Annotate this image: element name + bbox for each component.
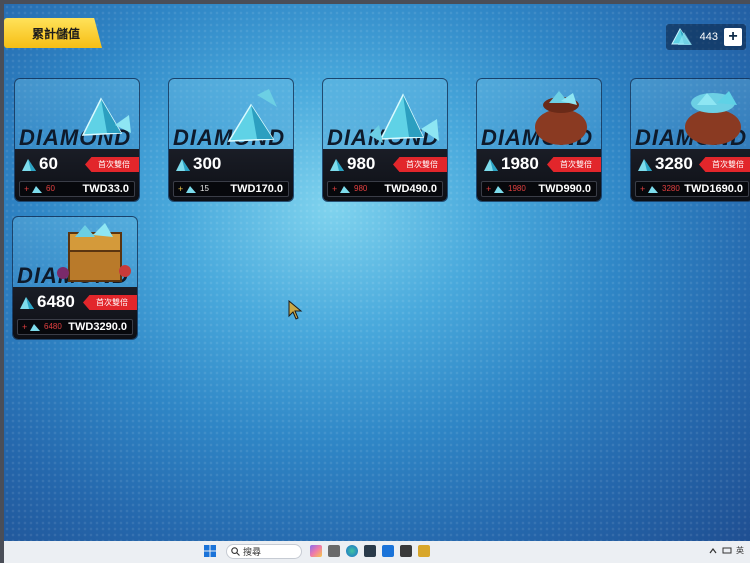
- system-tray: 英: [708, 545, 744, 556]
- page-title: 累計儲值: [32, 26, 81, 41]
- diamond-pack-card[interactable]: DIAMOND 1980 首次雙倍 + 1980 TWD990.0: [476, 78, 602, 202]
- monitor-icon[interactable]: [722, 546, 732, 556]
- bonus-row: + 3280 TWD1690.0: [635, 181, 749, 197]
- bonus-row: + 60 TWD33.0: [19, 181, 135, 197]
- diamond-icon: [670, 28, 692, 45]
- bonus-amount: 60: [46, 184, 55, 193]
- price-label: TWD170.0: [230, 183, 283, 195]
- diamond-icon: [330, 159, 344, 171]
- card-price-panel: 300 + 15 TWD170.0: [169, 149, 293, 201]
- chevron-up-icon[interactable]: [708, 546, 718, 556]
- diamond-icon: [20, 297, 34, 309]
- mouse-cursor-icon: [288, 300, 303, 320]
- price-label: TWD990.0: [538, 183, 591, 195]
- price-label: TWD33.0: [82, 183, 129, 195]
- diamond-icon: [186, 186, 196, 193]
- diamond-count: 980: [347, 154, 376, 173]
- bonus-amount: 15: [200, 184, 209, 193]
- first-double-badge: 首次雙倍: [699, 157, 750, 172]
- plus-icon: +: [486, 184, 492, 194]
- treasure-chest-art: [57, 223, 131, 282]
- app-icon[interactable]: [364, 545, 376, 557]
- add-diamonds-button[interactable]: +: [724, 28, 742, 46]
- plus-icon: +: [640, 184, 646, 194]
- treasure-bag-art: [535, 91, 587, 145]
- edge-icon[interactable]: [346, 545, 358, 557]
- search-placeholder: 搜尋: [243, 547, 262, 557]
- diamond-icon: [22, 159, 36, 171]
- bonus-amount: 980: [354, 184, 368, 193]
- card-price-panel: 980 首次雙倍 + 980 TWD490.0: [323, 149, 447, 201]
- bonus-row: + 15 TWD170.0: [173, 181, 289, 197]
- game-icon[interactable]: [418, 545, 430, 557]
- taskbar: 搜尋 英: [4, 541, 750, 563]
- first-double-badge: 首次雙倍: [393, 157, 447, 172]
- input-language-indicator[interactable]: 英: [736, 545, 744, 556]
- diamond-icon: [30, 324, 40, 331]
- mail-icon[interactable]: [382, 545, 394, 557]
- diamond-balance-value: 443: [699, 31, 718, 43]
- search-icon: [231, 547, 240, 556]
- diamond-pack-card[interactable]: DIAMOND 6480 首次雙倍 + 6480 TWD3290.0: [12, 216, 138, 340]
- bonus-amount: 3280: [662, 184, 680, 193]
- diamond-count: 300: [193, 154, 222, 173]
- first-double-badge: 首次雙倍: [85, 157, 139, 172]
- diamond-pack-card[interactable]: DIAMOND 60 首次雙倍 + 60 TWD33.0: [14, 78, 140, 202]
- diamond-pack-card[interactable]: DIAMOND 3280 首次雙倍 + 3280 TWD1690.0: [630, 78, 750, 202]
- card-price-panel: 60 首次雙倍 + 60 TWD33.0: [15, 149, 139, 201]
- plus-icon: +: [24, 184, 30, 194]
- price-label: TWD490.0: [384, 183, 437, 195]
- bonus-row: + 980 TWD490.0: [327, 181, 443, 197]
- card-price-panel: 3280 首次雙倍 + 3280 TWD1690.0: [631, 149, 750, 201]
- card-price-panel: 1980 首次雙倍 + 1980 TWD990.0: [477, 149, 601, 201]
- diamond-count: 1980: [501, 154, 539, 173]
- plus-icon: +: [178, 184, 184, 194]
- diamond-icon: [340, 186, 350, 193]
- game-screen: 累計儲值 443 + DIAMOND 60 首次雙倍 + 60 TWD33.0 …: [4, 4, 750, 541]
- card-price-panel: 6480 首次雙倍 + 6480 TWD3290.0: [13, 287, 137, 339]
- first-double-badge: 首次雙倍: [547, 157, 601, 172]
- taskbar-search-input[interactable]: 搜尋: [226, 544, 302, 559]
- diamond-pack-card[interactable]: DIAMOND 980 首次雙倍 + 980 TWD490.0: [322, 78, 448, 202]
- diamond-icon: [484, 159, 498, 171]
- treasure-bag-art: [685, 91, 741, 145]
- bonus-row: + 1980 TWD990.0: [481, 181, 597, 197]
- diamond-pile-art: [369, 93, 439, 143]
- plus-icon: +: [332, 184, 338, 194]
- diamond-pile-art: [81, 97, 131, 136]
- diamond-pack-card[interactable]: DIAMOND 300 + 15 TWD170.0: [168, 78, 294, 202]
- bonus-amount: 1980: [508, 184, 526, 193]
- diamond-icon: [648, 186, 658, 193]
- price-label: TWD1690.0: [684, 183, 743, 195]
- diamond-balance: 443 +: [665, 24, 746, 50]
- diamond-icon: [494, 186, 504, 193]
- diamond-pile-art: [227, 89, 277, 142]
- windows-icon[interactable]: [204, 545, 216, 557]
- copilot-icon[interactable]: [310, 545, 322, 557]
- plus-icon: +: [22, 322, 28, 332]
- app-icon[interactable]: [328, 545, 340, 557]
- price-label: TWD3290.0: [68, 321, 127, 333]
- diamond-icon: [32, 186, 42, 193]
- bonus-row: + 6480 TWD3290.0: [17, 319, 133, 335]
- page-title-tab: 累計儲值: [4, 18, 102, 48]
- diamond-count: 6480: [37, 292, 75, 311]
- diamond-icon: [638, 159, 652, 171]
- store-icon[interactable]: [400, 545, 412, 557]
- diamond-count: 3280: [655, 154, 693, 173]
- diamond-count: 60: [39, 154, 58, 173]
- bonus-amount: 6480: [44, 322, 62, 331]
- first-double-badge: 首次雙倍: [83, 295, 137, 310]
- diamond-icon: [176, 159, 190, 171]
